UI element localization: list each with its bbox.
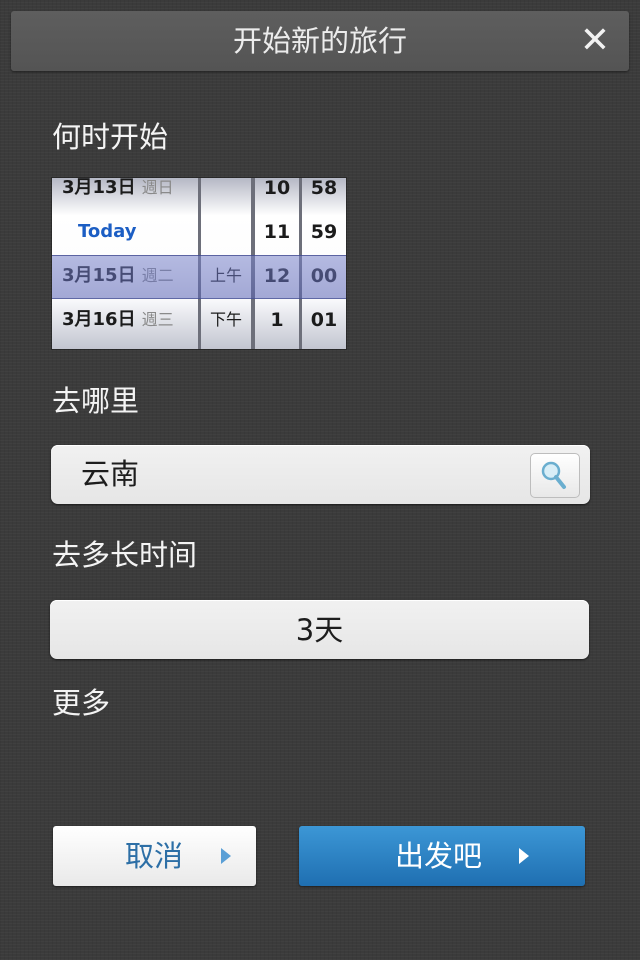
picker-hour-row-selected[interactable]: 12 — [255, 254, 299, 298]
picker-date-row[interactable]: Today — [52, 210, 198, 254]
picker-date-row[interactable]: 3月13日 週日 — [52, 178, 198, 210]
date-time-picker[interactable]: 3月13日 週日 Today 3月15日 週二 3月16日 週三 上午 下午 10 1… — [52, 178, 346, 349]
picker-date-row-selected[interactable]: 3月15日 週二 — [52, 254, 198, 298]
picker-minute-row[interactable]: 58 — [302, 178, 346, 210]
picker-ampm-row[interactable]: 下午 — [201, 298, 251, 342]
picker-minute-row[interactable]: 59 — [302, 210, 346, 254]
destination-field[interactable]: 云南 — [51, 445, 590, 504]
picker-ampm-row-selected[interactable]: 上午 — [201, 254, 251, 298]
picker-minute-column[interactable]: 58 59 00 01 — [302, 178, 346, 349]
title-bar: 开始新的旅行 ✕ — [11, 11, 629, 71]
when-label: 何时开始 — [52, 120, 169, 154]
go-button-label: 出发吧 — [395, 839, 483, 873]
chevron-right-icon — [519, 848, 529, 864]
picker-minute-row-selected[interactable]: 00 — [302, 254, 346, 298]
picker-minute-row[interactable]: 01 — [302, 298, 346, 342]
close-icon[interactable]: ✕ — [575, 21, 615, 61]
picker-hour-row[interactable]: 1 — [255, 298, 299, 342]
destination-value[interactable]: 云南 — [81, 457, 139, 491]
picker-hour-column[interactable]: 10 11 12 1 — [255, 178, 299, 349]
cancel-button[interactable]: 取消 — [53, 826, 256, 886]
picker-hour-row[interactable]: 11 — [255, 210, 299, 254]
duration-field[interactable]: 3天 — [50, 600, 589, 659]
page-title: 开始新的旅行 — [232, 24, 407, 58]
duration-label: 去多长时间 — [52, 538, 198, 572]
chevron-right-icon — [221, 848, 231, 864]
picker-date-column[interactable]: 3月13日 週日 Today 3月15日 週二 3月16日 週三 — [52, 178, 198, 349]
where-label: 去哪里 — [52, 384, 140, 418]
more-link[interactable]: 更多 — [52, 686, 110, 720]
duration-value[interactable]: 3天 — [50, 613, 589, 647]
picker-ampm-column[interactable]: 上午 下午 — [201, 178, 251, 349]
search-icon — [541, 461, 566, 489]
go-button[interactable]: 出发吧 — [299, 826, 585, 886]
cancel-button-label: 取消 — [125, 839, 184, 873]
picker-date-row[interactable]: 3月16日 週三 — [52, 298, 198, 342]
picker-hour-row[interactable]: 10 — [255, 178, 299, 210]
search-button[interactable] — [530, 453, 580, 498]
